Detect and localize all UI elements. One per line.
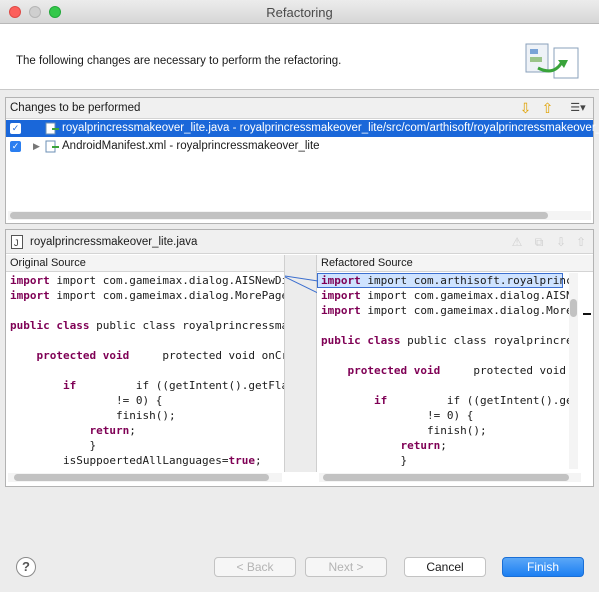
refactored-horizontal-scrollbar[interactable] bbox=[319, 473, 581, 482]
window-title: Refactoring bbox=[266, 5, 333, 20]
finish-button[interactable]: Finish bbox=[502, 557, 584, 577]
changes-panel-title: Changes to be performed bbox=[10, 102, 141, 114]
changes-horizontal-scrollbar[interactable] bbox=[8, 211, 591, 220]
wizard-header: The following changes are necessary to p… bbox=[0, 24, 599, 90]
change-item-label: royalprincressmakeover_lite.java - royal… bbox=[62, 122, 599, 134]
help-button[interactable]: ? bbox=[16, 557, 36, 577]
refactored-source-editor[interactable]: import import com.arthisoft.royalprincre… bbox=[317, 273, 569, 469]
code-line: != 0) { bbox=[321, 409, 474, 422]
original-horizontal-scrollbar[interactable] bbox=[8, 473, 282, 482]
code-line: public class public class royalprincress… bbox=[321, 334, 569, 347]
code-line: public class public class royalprincress… bbox=[10, 319, 284, 332]
next-button[interactable]: Next > bbox=[305, 557, 387, 577]
filter-menu-icon[interactable]: ☰▾ bbox=[565, 100, 591, 117]
changes-panel-header: Changes to be performed ⇩ ⇧ ☰▾ bbox=[6, 98, 593, 119]
svg-text:J: J bbox=[14, 238, 19, 248]
title-bar: Refactoring bbox=[0, 0, 599, 24]
code-line: } bbox=[321, 454, 408, 467]
warning-icon: ⚠ bbox=[511, 235, 523, 249]
next-difference-icon: ⇩ bbox=[555, 235, 567, 249]
refactored-vertical-scrollbar[interactable] bbox=[569, 273, 578, 469]
code-line: return; bbox=[89, 424, 136, 437]
scroll-thumb[interactable] bbox=[570, 299, 577, 317]
checkbox-icon[interactable]: ✓ bbox=[10, 123, 21, 134]
compare-panel: J royalprincressmakeover_lite.java ⚠ ⧉ ⇩… bbox=[5, 229, 594, 487]
compare-header: J royalprincressmakeover_lite.java ⚠ ⧉ ⇩… bbox=[6, 230, 593, 254]
changes-panel: Changes to be performed ⇩ ⇧ ☰▾ ✓ royalpr… bbox=[5, 97, 599, 224]
code-line: } bbox=[10, 439, 97, 452]
header-message: The following changes are necessary to p… bbox=[16, 55, 342, 67]
compare-file-name: royalprincressmakeover_lite.java bbox=[30, 236, 198, 248]
scroll-thumb[interactable] bbox=[10, 212, 548, 219]
code-line: import import com.gameimax.dialog.MorePa… bbox=[321, 304, 569, 317]
java-file-icon bbox=[45, 122, 59, 135]
code-line: != 0) { bbox=[10, 394, 163, 407]
code-line: import import com.gameimax.dialog.AISNew… bbox=[10, 274, 284, 287]
previous-difference-icon: ⇧ bbox=[575, 235, 587, 249]
scroll-thumb[interactable] bbox=[14, 474, 269, 481]
code-line: import import com.gameimax.dialog.AISNew… bbox=[321, 289, 569, 302]
original-source-header: Original Source bbox=[6, 255, 284, 272]
cancel-button[interactable]: Cancel bbox=[404, 557, 486, 577]
diff-connector-lines bbox=[284, 275, 319, 294]
code-line: isSuppoertedAllLanguages=true; bbox=[10, 454, 262, 467]
refactored-source-header: Refactored Source bbox=[317, 255, 593, 272]
code-line: finish(); bbox=[10, 409, 176, 422]
java-file-icon: J bbox=[11, 235, 23, 249]
code-line: protected void protected void onCreate(B… bbox=[347, 364, 567, 377]
code-line: protected void protected void onCreate(B… bbox=[36, 349, 285, 362]
code-line: if if ((getIntent().getFlags() & Intent. bbox=[373, 394, 569, 407]
copy-all-icon: ⧉ bbox=[534, 235, 544, 249]
back-button[interactable]: < Back bbox=[214, 557, 296, 577]
code-line: return; bbox=[400, 439, 447, 452]
refactoring-wizard-icon bbox=[525, 43, 579, 79]
code-line: import import com.arthisoft.royalprincre… bbox=[321, 274, 569, 287]
difference-overview-ruler[interactable] bbox=[581, 273, 593, 469]
code-line: if if ((getIntent().getFlags() & Intent. bbox=[62, 379, 284, 392]
change-item-java[interactable]: ✓ royalprincressmakeover_lite.java - roy… bbox=[6, 120, 599, 137]
diff-connector-gutter bbox=[284, 255, 319, 472]
xml-file-icon bbox=[45, 140, 59, 153]
checkbox-icon[interactable]: ✓ bbox=[10, 141, 21, 152]
previous-change-icon[interactable]: ⇧ bbox=[539, 100, 556, 117]
difference-marker[interactable] bbox=[583, 313, 591, 315]
code-line: import import com.gameimax.dialog.MorePa… bbox=[10, 289, 284, 302]
scroll-thumb[interactable] bbox=[323, 474, 569, 481]
change-item-label: AndroidManifest.xml - royalprincressmake… bbox=[62, 140, 320, 152]
change-item-manifest[interactable]: ✓ ▶ AndroidManifest.xml - royalprincress… bbox=[6, 138, 593, 155]
expand-arrow-icon[interactable]: ▶ bbox=[33, 138, 40, 155]
original-source-editor[interactable]: import import com.gameimax.dialog.AISNew… bbox=[6, 273, 284, 469]
code-line: finish(); bbox=[321, 424, 487, 437]
next-change-icon[interactable]: ⇩ bbox=[517, 100, 534, 117]
